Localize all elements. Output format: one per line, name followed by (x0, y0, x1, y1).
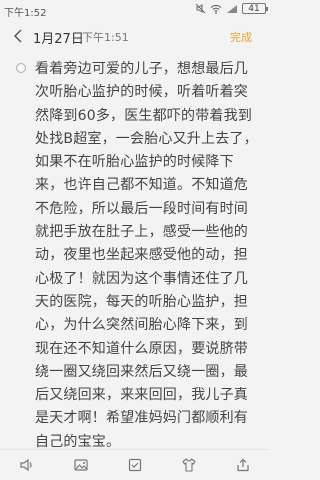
bottom-toolbar (0, 449, 270, 480)
battery-level: 41 (248, 3, 260, 14)
done-button[interactable]: 完成 (230, 29, 252, 45)
note-text[interactable]: 看着旁边可爱的儿子，想想最后几次听胎心监护的时候，听着听着突然降到60多，医生都… (35, 58, 261, 454)
image-icon[interactable] (72, 456, 90, 474)
note-time: 下午1:51 (82, 31, 129, 44)
sound-icon[interactable] (18, 456, 36, 474)
status-time: 下午1:52 (4, 8, 47, 19)
chevron-left-icon (14, 29, 22, 43)
signal-icon (226, 4, 238, 14)
back-button[interactable] (10, 28, 26, 44)
status-icons: 41 (195, 3, 268, 14)
note-date: 1月27日 (33, 32, 84, 47)
checklist-checkbox[interactable] (16, 63, 26, 73)
note-header: 1月27日 下午1:51 完成 (0, 22, 270, 52)
checklist-icon[interactable] (126, 456, 144, 474)
battery-icon: 41 (242, 3, 268, 14)
clothing-icon[interactable] (180, 456, 198, 474)
share-icon[interactable] (234, 456, 252, 474)
mute-icon (195, 3, 206, 14)
note-editor[interactable]: 看着旁边可爱的儿子，想想最后几次听胎心监护的时候，听着听着突然降到60多，医生都… (0, 52, 270, 450)
wifi-icon (210, 4, 222, 14)
status-bar: 下午1:52 41 (0, 0, 270, 20)
